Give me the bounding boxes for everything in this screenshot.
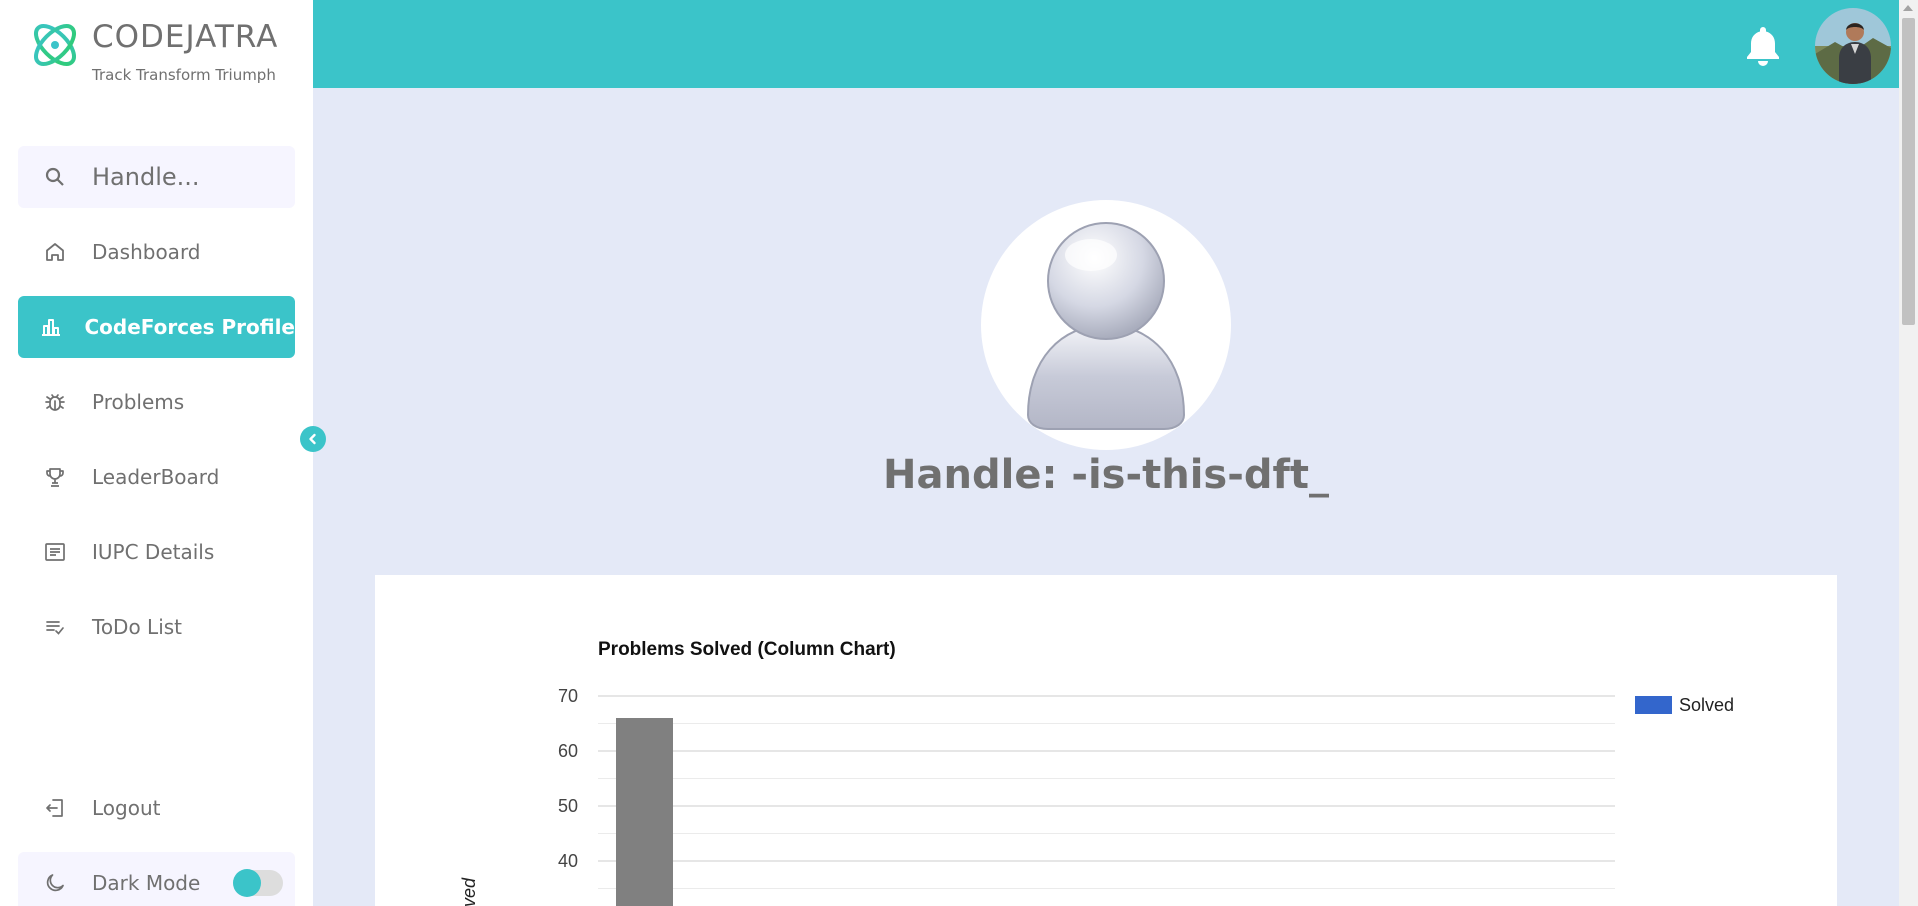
toggle-knob bbox=[233, 869, 261, 897]
logout-label: Logout bbox=[92, 796, 161, 820]
sidebar-collapse-button[interactable] bbox=[300, 426, 326, 452]
checklist-icon bbox=[18, 615, 92, 639]
search-box[interactable] bbox=[18, 146, 295, 208]
y-tick-label: 50 bbox=[558, 796, 578, 816]
search-input[interactable] bbox=[92, 163, 282, 191]
sidebar-item-label: IUPC Details bbox=[92, 540, 215, 564]
handle-heading: Handle: -is-this-dft_ bbox=[883, 452, 1329, 498]
y-tick-label: 70 bbox=[558, 686, 578, 706]
scroll-up-arrow[interactable] bbox=[1903, 5, 1913, 11]
dark-mode-toggle[interactable] bbox=[233, 869, 283, 897]
y-axis-label: olved bbox=[459, 877, 479, 906]
sidebar: CODEJATRA Track Transform Triumph Dashbo… bbox=[0, 0, 313, 906]
topbar bbox=[313, 0, 1899, 88]
scrollbar[interactable] bbox=[1899, 0, 1918, 906]
document-icon bbox=[18, 540, 92, 564]
brand-tagline: Track Transform Triumph bbox=[92, 66, 276, 84]
profile-picture bbox=[981, 200, 1231, 450]
sidebar-item-todo-list[interactable]: ToDo List bbox=[18, 596, 295, 658]
atom-logo-icon bbox=[34, 24, 76, 66]
bell-icon[interactable] bbox=[1743, 24, 1783, 66]
user-avatar[interactable] bbox=[1815, 8, 1891, 84]
sidebar-item-label: CodeForces Profile bbox=[84, 315, 295, 339]
sidebar-item-label: Problems bbox=[92, 390, 185, 414]
legend-label[interactable]: Solved bbox=[1679, 695, 1734, 715]
logout-button[interactable]: Logout bbox=[18, 777, 295, 839]
bar-chart-icon bbox=[18, 315, 84, 339]
brand-name: CODEJATRA bbox=[92, 19, 279, 55]
y-tick-label: 60 bbox=[558, 741, 578, 761]
sidebar-item-iupc-details[interactable]: IUPC Details bbox=[18, 521, 295, 583]
bar-solved[interactable] bbox=[616, 718, 673, 906]
moon-icon bbox=[18, 871, 92, 895]
dark-mode-label: Dark Mode bbox=[92, 871, 201, 895]
chevron-left-icon bbox=[309, 433, 316, 445]
sidebar-item-leaderboard[interactable]: LeaderBoard bbox=[18, 446, 295, 508]
trophy-icon bbox=[18, 465, 92, 489]
logout-icon bbox=[18, 796, 92, 820]
sidebar-item-label: ToDo List bbox=[92, 615, 183, 639]
home-icon bbox=[18, 240, 92, 264]
sidebar-item-problems[interactable]: Problems bbox=[18, 371, 295, 433]
y-tick-label: 40 bbox=[558, 851, 578, 871]
brand[interactable]: CODEJATRA Track Transform Triumph bbox=[28, 18, 278, 84]
sidebar-item-label: Dashboard bbox=[92, 240, 201, 264]
chart-title: Problems Solved (Column Chart) bbox=[598, 639, 896, 660]
search-icon[interactable] bbox=[18, 165, 92, 189]
chart-card: 70 60 50 40 Problems Solved (Column Chart) … bbox=[375, 575, 1837, 906]
sidebar-item-dashboard[interactable]: Dashboard bbox=[18, 221, 295, 283]
sidebar-item-label: LeaderBoard bbox=[92, 465, 220, 489]
legend-swatch bbox=[1635, 696, 1672, 714]
scroll-thumb[interactable] bbox=[1902, 18, 1915, 325]
user-placeholder-icon bbox=[1026, 222, 1186, 430]
problems-solved-chart: 70605040 Problems Solved (Column Chart) … bbox=[459, 639, 1734, 906]
sidebar-item-codeforces-profile[interactable]: CodeForces Profile bbox=[18, 296, 295, 358]
dark-mode-row[interactable]: Dark Mode bbox=[18, 852, 295, 906]
bug-icon bbox=[18, 390, 92, 414]
